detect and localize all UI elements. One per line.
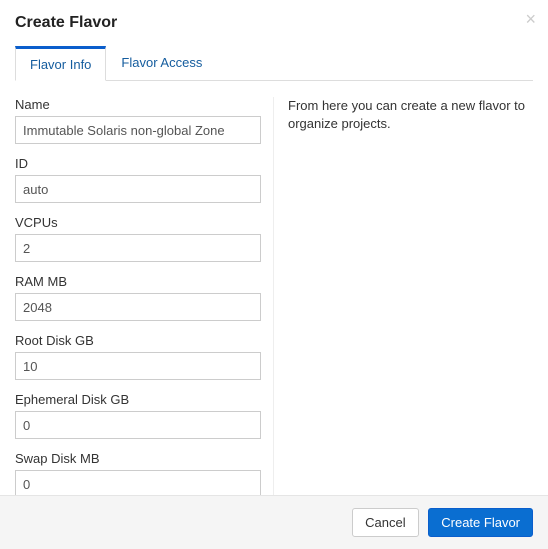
field-vcpus: VCPUs [15,215,261,262]
field-name: Name [15,97,261,144]
ephemeral-input[interactable] [15,411,261,439]
help-column: From here you can create a new flavor to… [274,97,533,510]
name-input[interactable] [15,116,261,144]
tab-flavor-info[interactable]: Flavor Info [15,46,106,81]
ephemeral-label: Ephemeral Disk GB [15,392,261,407]
id-input[interactable] [15,175,261,203]
cancel-button[interactable]: Cancel [352,508,418,537]
help-text: From here you can create a new flavor to… [288,97,533,133]
modal-footer: Cancel Create Flavor [0,495,548,549]
modal-body: Name ID VCPUs RAM MB Root Disk GB Epheme… [0,81,548,530]
close-icon[interactable]: × [525,10,536,28]
vcpus-label: VCPUs [15,215,261,230]
swap-label: Swap Disk MB [15,451,261,466]
create-flavor-button[interactable]: Create Flavor [428,508,533,537]
rootdisk-input[interactable] [15,352,261,380]
field-ephemeral: Ephemeral Disk GB [15,392,261,439]
vcpus-input[interactable] [15,234,261,262]
swap-input[interactable] [15,470,261,498]
name-label: Name [15,97,261,112]
field-swap: Swap Disk MB [15,451,261,498]
modal-header: Create Flavor × [0,0,548,42]
ram-input[interactable] [15,293,261,321]
tab-flavor-access[interactable]: Flavor Access [106,46,217,81]
modal-title: Create Flavor [15,14,533,32]
id-label: ID [15,156,261,171]
field-ram: RAM MB [15,274,261,321]
form-column: Name ID VCPUs RAM MB Root Disk GB Epheme… [15,97,274,510]
field-id: ID [15,156,261,203]
tabs: Flavor Info Flavor Access [15,46,533,81]
field-rootdisk: Root Disk GB [15,333,261,380]
ram-label: RAM MB [15,274,261,289]
rootdisk-label: Root Disk GB [15,333,261,348]
